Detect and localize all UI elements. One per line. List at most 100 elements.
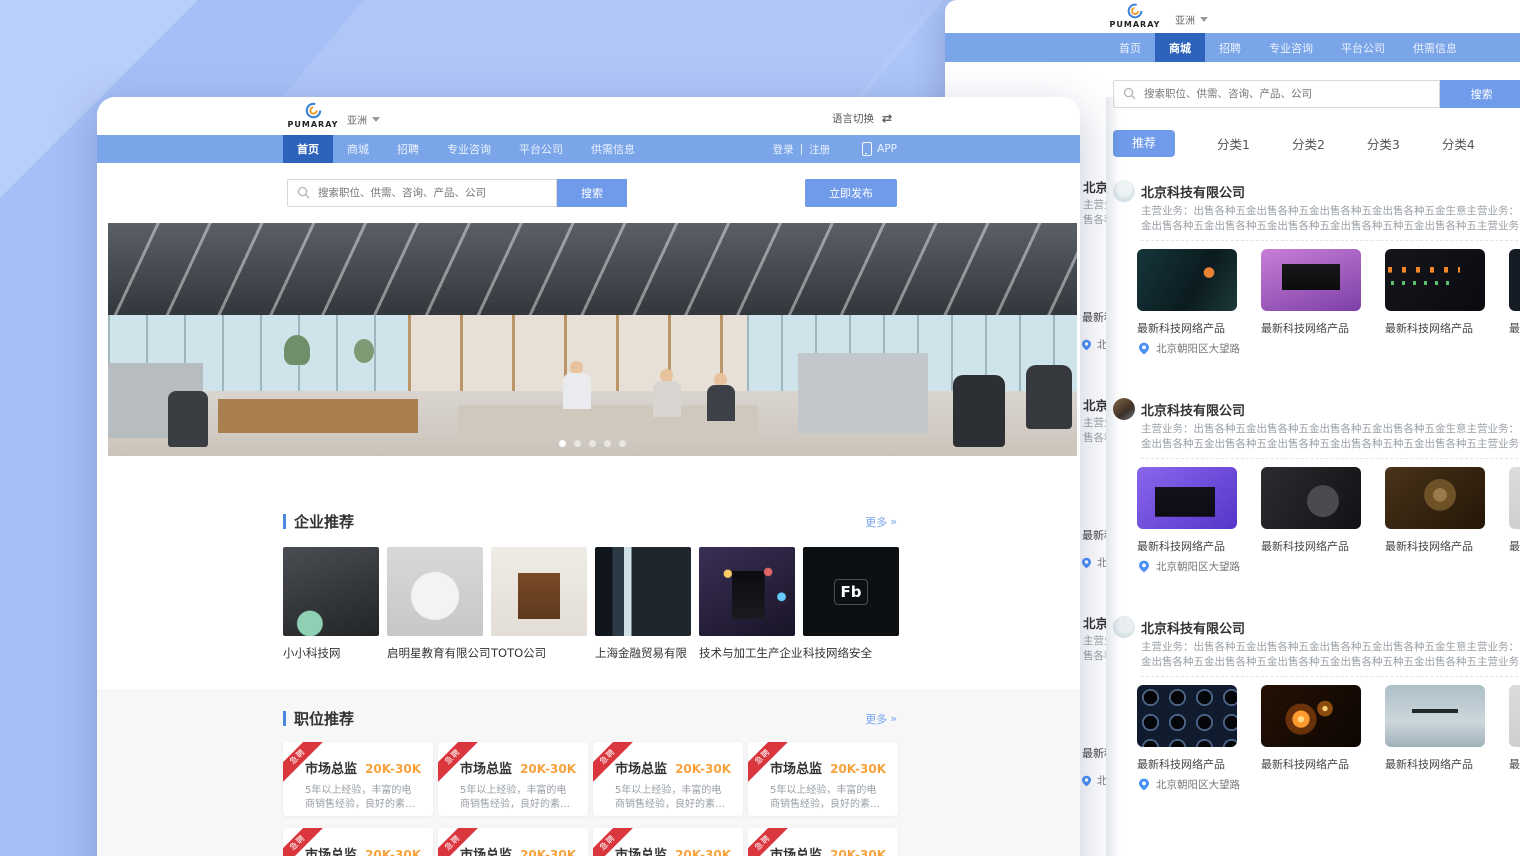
job-card[interactable]: 急聘市场总监20K-30K5年以上经验，丰富的电商销售经验，良好的素养... [748, 828, 898, 856]
company-image[interactable] [387, 547, 483, 636]
product-card[interactable]: 最新科技网络产品 [1137, 467, 1237, 554]
product-card[interactable]: 最新科技网络产品 [1385, 249, 1485, 336]
nav-item-companies[interactable]: 平台公司 [505, 135, 577, 163]
company-name[interactable]: 北京科技有限公司 [1141, 182, 1245, 201]
company-image[interactable] [699, 547, 795, 636]
language-switch[interactable]: 语言切换 [832, 111, 894, 126]
job-title: 市场总监 [305, 758, 357, 777]
nav-item-consulting[interactable]: 专业咨询 [1255, 33, 1327, 62]
company-card[interactable]: TOTO公司 [491, 547, 587, 661]
nav-item-consulting[interactable]: 专业咨询 [433, 135, 505, 163]
tab-category-4[interactable]: 分类4 [1442, 134, 1475, 153]
nav-item-home[interactable]: 首页 [1105, 33, 1155, 62]
nav-item-jobs[interactable]: 招聘 [1205, 33, 1255, 62]
product-card[interactable]: 最新科技网络产品 [1385, 685, 1485, 772]
product-image[interactable] [1385, 685, 1485, 747]
product-image[interactable] [1261, 467, 1361, 529]
tab-category-1[interactable]: 分类1 [1217, 134, 1250, 153]
carousel-dot[interactable] [559, 440, 566, 447]
job-card[interactable]: 急聘市场总监20K-30K5年以上经验，丰富的电商销售经验，良好的素养... [283, 742, 433, 816]
product-image[interactable] [1509, 467, 1520, 529]
product-card[interactable]: 最新科技网络产品 [1509, 467, 1520, 554]
register-link[interactable]: 注册 [809, 142, 830, 157]
carousel-dot[interactable] [589, 440, 596, 447]
product-card[interactable]: 最新科技网络产品 [1261, 467, 1361, 554]
job-title: 市场总监 [615, 844, 667, 856]
more-link[interactable]: 更多» [865, 711, 897, 727]
company-card-name: 小小科技网 [283, 645, 379, 661]
product-image[interactable] [1261, 249, 1361, 311]
company-card[interactable]: 启明星教育有限公司 [387, 547, 483, 661]
region-dropdown[interactable]: 亚洲 [1175, 12, 1208, 27]
nav-item-home[interactable]: 首页 [283, 135, 333, 163]
product-card[interactable]: 最新科技网络产品 [1385, 467, 1485, 554]
job-salary: 20K-30K [830, 762, 886, 776]
company-location: 北京朝阳区大望路 [1139, 341, 1240, 356]
location-text: 北京朝阳区大望路 [1156, 341, 1240, 356]
company-name[interactable]: 北京科技有限公司 [1141, 618, 1245, 637]
nav-item-mall[interactable]: 商城 [333, 135, 383, 163]
job-card[interactable]: 急聘市场总监20K-30K5年以上经验，丰富的电商销售经验，良好的素养... [593, 828, 743, 856]
company-image[interactable] [283, 547, 379, 636]
divider [1141, 676, 1520, 677]
product-image[interactable] [1137, 249, 1237, 311]
company-image[interactable] [491, 547, 587, 636]
product-label: 最新科技网络产品 [1261, 320, 1361, 336]
product-image[interactable] [1261, 685, 1361, 747]
product-card[interactable]: 最新科技网络产品 [1137, 249, 1237, 336]
job-card[interactable]: 急聘市场总监20K-30K5年以上经验，丰富的电商销售经验，良好的素养... [438, 828, 588, 856]
carousel-dot[interactable] [619, 440, 626, 447]
search-input[interactable] [288, 186, 556, 200]
search-button[interactable]: 搜索 [557, 179, 627, 207]
job-card[interactable]: 急聘市场总监20K-30K5年以上经验，丰富的电商销售经验，良好的素养... [283, 828, 433, 856]
product-image[interactable] [1509, 249, 1520, 311]
job-card[interactable]: 急聘市场总监20K-30K5年以上经验，丰富的电商销售经验，良好的素养... [593, 742, 743, 816]
login-link[interactable]: 登录 [773, 142, 794, 157]
company-card[interactable]: 上海金融贸易有限 [595, 547, 691, 661]
nav-item-supply[interactable]: 供需信息 [1399, 33, 1471, 62]
product-image[interactable] [1509, 685, 1520, 747]
carousel-dot[interactable] [574, 440, 581, 447]
product-image[interactable] [1385, 249, 1485, 311]
nav-item-supply[interactable]: 供需信息 [577, 135, 649, 163]
company-image[interactable] [595, 547, 691, 636]
product-label: 最新科技网络产品 [1509, 320, 1520, 336]
app-link[interactable]: APP [862, 142, 897, 156]
company-card[interactable]: 技术与加工生产企业 [699, 547, 795, 661]
company-card[interactable]: 小小科技网 [283, 547, 379, 661]
product-label: 最新科技网络产品 [1509, 538, 1520, 554]
product-image[interactable] [1137, 467, 1237, 529]
publish-button[interactable]: 立即发布 [805, 179, 897, 207]
company-location: 北京朝阳区大望路 [1139, 777, 1240, 792]
nav-item-companies[interactable]: 平台公司 [1327, 33, 1399, 62]
pumaray-logo[interactable]: PUMARAY [1105, 3, 1165, 29]
product-image[interactable] [1137, 685, 1237, 747]
region-dropdown[interactable]: 亚洲 [347, 112, 380, 127]
job-card[interactable]: 急聘市场总监20K-30K5年以上经验，丰富的电商销售经验，良好的素养... [748, 742, 898, 816]
job-salary: 20K-30K [365, 848, 421, 856]
tab-recommend[interactable]: 推荐 [1113, 130, 1175, 157]
product-label-fragment: 最新科技网络产品 [1082, 745, 1106, 761]
search-input[interactable] [1114, 87, 1439, 101]
tab-category-2[interactable]: 分类2 [1292, 134, 1325, 153]
nav-item-jobs[interactable]: 招聘 [383, 135, 433, 163]
job-card[interactable]: 急聘市场总监20K-30K5年以上经验，丰富的电商销售经验，良好的素养... [438, 742, 588, 816]
search-icon [1123, 87, 1136, 100]
product-card[interactable]: 最新科技网络产品 [1509, 685, 1520, 772]
search-button[interactable]: 搜索 [1440, 80, 1520, 108]
more-link[interactable]: 更多» [865, 514, 897, 530]
nav-item-mall[interactable]: 商城 [1155, 33, 1205, 62]
product-card[interactable]: 最新科技网络产品 [1137, 685, 1237, 772]
company-card[interactable]: Fb科技网络安全 [803, 547, 899, 661]
mall-search-bar: 搜索 [1113, 80, 1520, 108]
product-image[interactable] [1385, 467, 1485, 529]
tab-category-3[interactable]: 分类3 [1367, 134, 1400, 153]
product-card[interactable]: 最新科技网络产品 [1261, 685, 1361, 772]
company-name[interactable]: 北京科技有限公司 [1141, 400, 1245, 419]
carousel-dot[interactable] [604, 440, 611, 447]
product-card[interactable]: 最新科技网络产品 [1509, 249, 1520, 336]
company-image[interactable]: Fb [803, 547, 899, 636]
hero-carousel-image[interactable] [108, 223, 1077, 456]
product-card[interactable]: 最新科技网络产品 [1261, 249, 1361, 336]
pumaray-logo[interactable]: PUMARAY [283, 102, 343, 129]
